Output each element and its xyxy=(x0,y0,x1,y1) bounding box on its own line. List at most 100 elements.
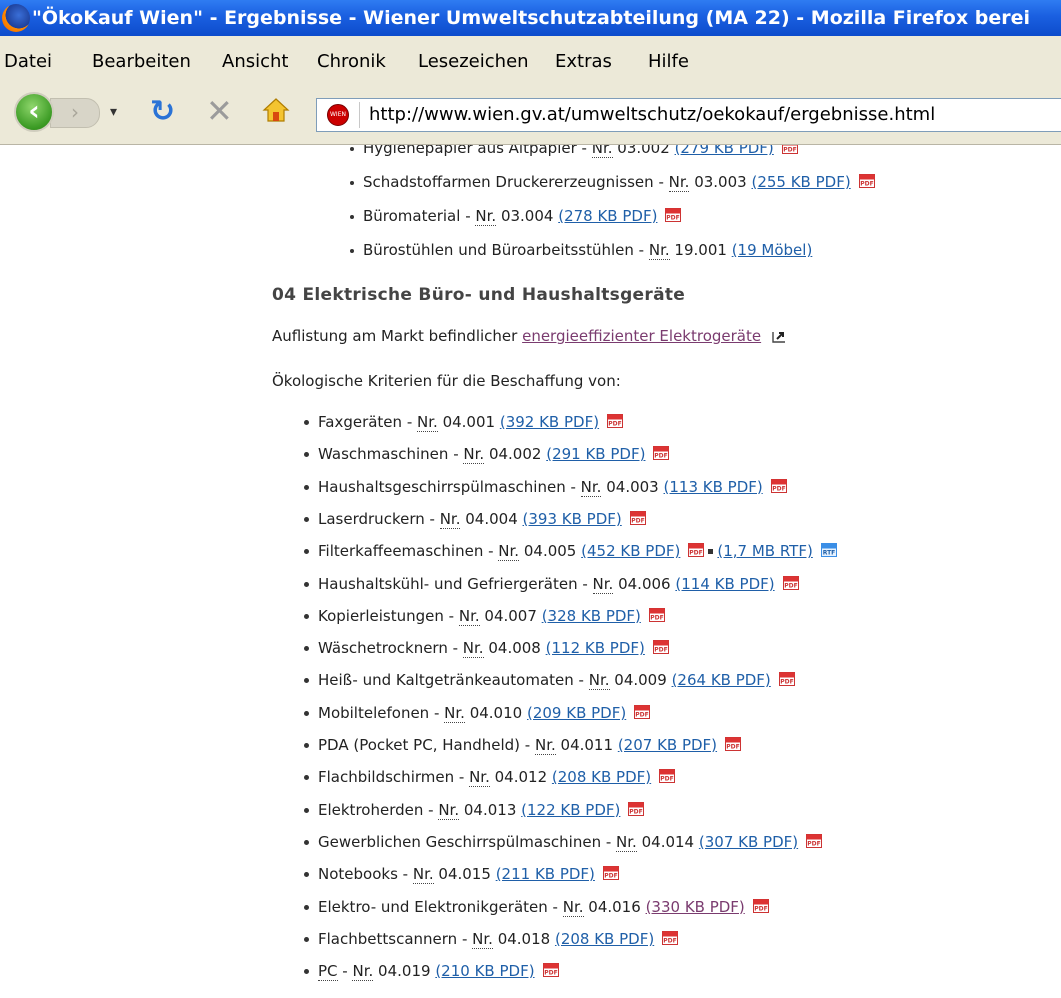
reload-icon[interactable]: ↻ xyxy=(150,94,175,129)
item-name: Mobiltelefonen xyxy=(318,703,430,722)
criteria-text: Ökologische Kriterien für die Beschaffun… xyxy=(272,372,621,390)
download-link[interactable]: (208 KB PDF) xyxy=(555,930,654,948)
pdf-icon: PDF xyxy=(725,737,742,751)
back-button[interactable]: ‹ xyxy=(14,92,54,132)
menu-bar: Datei Bearbeiten Ansicht Chronik Lesezei… xyxy=(0,36,1061,84)
menu-lesezeichen[interactable]: Lesezeichen xyxy=(418,51,529,72)
bullet-icon xyxy=(304,969,309,975)
nr-abbr: Nr. xyxy=(438,800,460,820)
bullet-icon xyxy=(350,146,354,151)
list-item: Haushaltsgeschirrspülmaschinen - Nr. 04.… xyxy=(304,477,787,497)
page-content: 04 Elektrische Büro- und Haushaltsgeräte… xyxy=(0,145,1061,998)
download-link[interactable]: (122 KB PDF) xyxy=(521,801,620,819)
download-link[interactable]: (211 KB PDF) xyxy=(496,865,595,883)
bullet-icon xyxy=(304,775,309,781)
svg-text:RTF: RTF xyxy=(823,550,836,557)
bullet-icon xyxy=(304,484,309,490)
svg-text:PDF: PDF xyxy=(807,840,820,847)
bullet-icon xyxy=(304,516,309,522)
download-link[interactable]: (114 KB PDF) xyxy=(675,575,774,593)
history-dropdown-icon[interactable]: ▾ xyxy=(110,104,117,120)
menu-ansicht[interactable]: Ansicht xyxy=(222,51,288,72)
section-heading: 04 Elektrische Büro- und Haushaltsgeräte xyxy=(272,285,686,305)
list-item: PC - Nr. 04.019 (210 KB PDF) PDF xyxy=(304,962,559,982)
url-input[interactable]: http://www.wien.gv.at/umweltschutz/oekok… xyxy=(369,104,935,125)
pdf-icon: PDF xyxy=(662,930,679,945)
nr-abbr: Nr. xyxy=(580,477,602,497)
bullet-icon xyxy=(304,613,309,619)
item-number: 04.009 xyxy=(614,671,667,690)
svg-text:PDF: PDF xyxy=(860,181,873,188)
nr-abbr: Nr. xyxy=(475,207,497,226)
window-title: "ÖkoKauf Wien" - Ergebnisse - Wiener Umw… xyxy=(32,7,1030,29)
download-link[interactable]: (307 KB PDF) xyxy=(699,833,798,851)
list-item: Filterkaffeemaschinen - Nr. 04.005 (452 … xyxy=(304,542,837,562)
bullet-icon xyxy=(304,678,309,684)
pdf-icon: PDF xyxy=(542,963,559,978)
download-link[interactable]: (330 KB PDF) xyxy=(646,898,745,916)
menu-datei[interactable]: Datei xyxy=(4,51,52,72)
item-name: Kopierleistungen xyxy=(318,606,444,625)
svg-text:PDF: PDF xyxy=(630,808,643,815)
download-link[interactable]: (112 KB PDF) xyxy=(546,639,645,657)
site-favicon-icon: WIEN xyxy=(327,104,349,126)
bullet-icon xyxy=(304,549,309,555)
pdf-icon: PDF xyxy=(752,898,769,913)
forward-button[interactable]: › xyxy=(50,98,100,128)
download-link[interactable]: (19 Möbel) xyxy=(732,241,813,259)
download-link[interactable]: (210 KB PDF) xyxy=(435,962,534,980)
download-link[interactable]: (264 KB PDF) xyxy=(672,671,771,689)
address-bar[interactable]: WIEN http://www.wien.gv.at/umweltschutz/… xyxy=(316,98,1061,132)
firefox-logo-icon xyxy=(2,4,30,32)
item-name: Notebooks xyxy=(318,865,398,884)
list-item: Wäschetrocknern - Nr. 04.008 (112 KB PDF… xyxy=(304,639,669,659)
item-name: Heiß- und Kaltgetränkeautomaten xyxy=(318,671,574,690)
svg-text:PDF: PDF xyxy=(663,937,676,944)
download-link[interactable]: (393 KB PDF) xyxy=(523,510,622,528)
download-link[interactable]: (208 KB PDF) xyxy=(552,768,651,786)
download-link[interactable]: (279 KB PDF) xyxy=(675,145,774,157)
download-link[interactable]: (255 KB PDF) xyxy=(751,173,850,191)
download-link[interactable]: (328 KB PDF) xyxy=(542,607,641,625)
item-number: 03.004 xyxy=(500,207,554,225)
list-item: Büromaterial - Nr. 03.004 (278 KB PDF) PD… xyxy=(350,207,682,226)
item-number: 04.007 xyxy=(484,606,537,625)
list-item: Elektroherden - Nr. 04.013 (122 KB PDF) P… xyxy=(304,800,645,820)
home-icon[interactable] xyxy=(262,96,290,124)
svg-text:PDF: PDF xyxy=(667,215,680,222)
download-link[interactable]: (291 KB PDF) xyxy=(546,445,645,463)
download-link[interactable]: (207 KB PDF) xyxy=(618,736,717,754)
download-link[interactable]: (392 KB PDF) xyxy=(500,413,599,431)
svg-text:PDF: PDF xyxy=(726,744,739,751)
list-item: Laserdruckern - Nr. 04.004 (393 KB PDF) P… xyxy=(304,509,646,529)
download-link[interactable]: (278 KB PDF) xyxy=(558,207,657,225)
separator-square-icon xyxy=(708,549,714,555)
item-number: 04.015 xyxy=(438,865,491,884)
bullet-icon xyxy=(304,452,309,458)
pdf-icon: PDF xyxy=(628,801,645,816)
pdf-icon: PDF xyxy=(648,607,665,622)
svg-text:PDF: PDF xyxy=(784,582,797,589)
list-item: Gewerblichen Geschirrspülmaschinen - Nr.… xyxy=(304,832,823,852)
menu-extras[interactable]: Extras xyxy=(555,51,612,72)
menu-hilfe[interactable]: Hilfe xyxy=(648,51,689,72)
list-item: Flachbildschirmen - Nr. 04.012 (208 KB P… xyxy=(304,768,676,788)
pdf-icon: PDF xyxy=(688,543,705,558)
download-link[interactable]: (209 KB PDF) xyxy=(527,704,626,722)
svg-text:PDF: PDF xyxy=(608,421,621,428)
item-name: Laserdruckern xyxy=(318,509,425,528)
list-item: Bürostühlen und Büroarbeitsstühlen - Nr.… xyxy=(350,241,813,260)
rtf-download-link[interactable]: (1,7 MB RTF) xyxy=(717,542,812,560)
pdf-icon: PDF xyxy=(781,145,798,154)
nr-abbr: Nr. xyxy=(444,703,465,723)
energy-efficient-link[interactable]: energieeffizienter Elektrogeräte xyxy=(522,327,761,345)
menu-bearbeiten[interactable]: Bearbeiten xyxy=(92,51,191,72)
svg-text:PDF: PDF xyxy=(690,550,703,557)
download-link[interactable]: (452 KB PDF) xyxy=(581,542,680,560)
nr-abbr: Nr. xyxy=(616,832,637,852)
menu-chronik[interactable]: Chronik xyxy=(317,51,386,72)
stop-icon[interactable]: ✕ xyxy=(206,92,233,130)
list-item: Schadstoffarmen Druckererzeugnissen - Nr… xyxy=(350,173,875,192)
download-link[interactable]: (113 KB PDF) xyxy=(664,478,763,496)
bullet-icon xyxy=(304,839,309,845)
